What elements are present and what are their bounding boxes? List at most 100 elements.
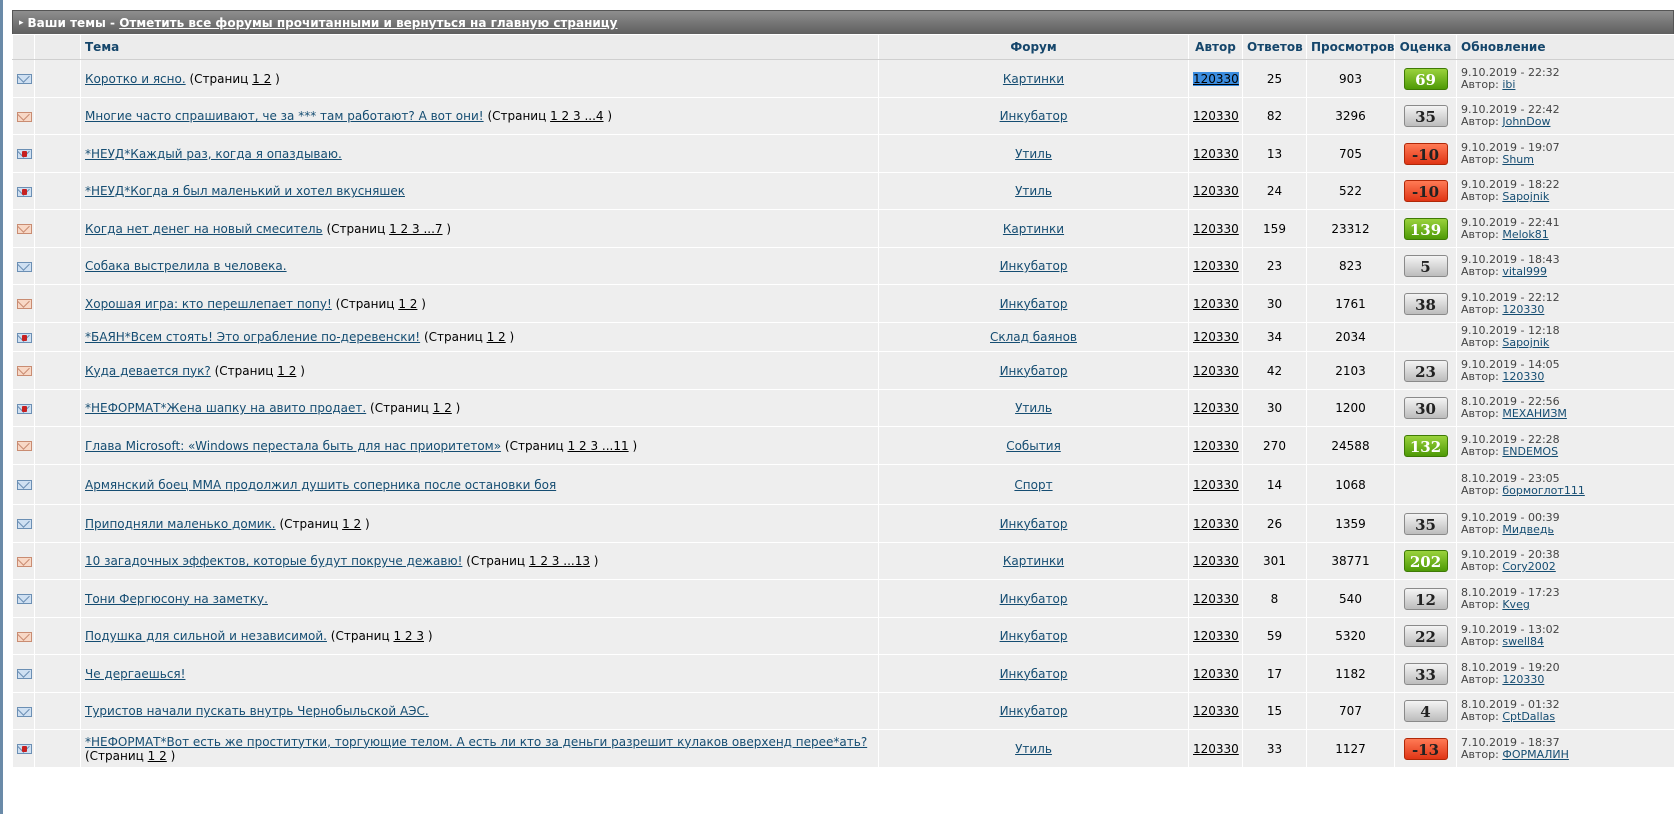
author-link[interactable]: 120330	[1193, 554, 1239, 568]
column-forum[interactable]: Форум	[878, 34, 1189, 60]
column-author[interactable]: Автор	[1188, 34, 1243, 60]
author-link[interactable]: 120330	[1193, 742, 1239, 756]
forum-link[interactable]: Картинки	[1003, 72, 1064, 86]
pages-link[interactable]: 1 2 3 ...7	[389, 222, 442, 236]
topic-title-link[interactable]: Многие часто спрашивают, че за *** там р…	[85, 109, 484, 123]
pages-link[interactable]: 1 2 3	[393, 629, 424, 643]
author-link[interactable]: 120330	[1193, 629, 1239, 643]
topic-title-link[interactable]: 10 загадочных эффектов, которые будут по…	[85, 554, 462, 568]
column-views[interactable]: Просмотров	[1306, 34, 1395, 60]
last-author-link[interactable]: Shum	[1502, 153, 1534, 166]
last-author-link[interactable]: Melok81	[1502, 228, 1548, 241]
topic-title-link[interactable]: Глава Microsoft: «Windows перестала быть…	[85, 439, 501, 453]
forum-link[interactable]: Инкубатор	[1000, 259, 1068, 273]
author-link[interactable]: 120330	[1193, 364, 1239, 378]
author-link[interactable]: 120330	[1193, 667, 1239, 681]
pages-link[interactable]: 1 2 3 ...13	[529, 554, 590, 568]
last-author-link[interactable]: бормоглот111	[1502, 484, 1584, 497]
forum-link[interactable]: Инкубатор	[1000, 109, 1068, 123]
pages-link[interactable]: 1 2	[433, 401, 452, 415]
pages-link[interactable]: 1 2	[342, 517, 361, 531]
topic-empty-cell	[34, 579, 81, 618]
last-author-link[interactable]: Sapojnik	[1502, 336, 1549, 349]
forum-link[interactable]: Утиль	[1015, 147, 1052, 161]
author-link[interactable]: 120330	[1193, 297, 1239, 311]
topic-title-link[interactable]: Когда нет денег на новый смеситель	[85, 222, 323, 236]
topic-title-link[interactable]: Подушка для сильной и независимой.	[85, 629, 327, 643]
author-link[interactable]: 120330	[1193, 401, 1239, 415]
last-author-link[interactable]: МЕХАНИЗМ	[1502, 407, 1567, 420]
forum-link[interactable]: Спорт	[1014, 478, 1052, 492]
pages-link[interactable]: 1 2	[148, 749, 167, 763]
last-author-link[interactable]: 120330	[1502, 673, 1544, 686]
topic-title-link[interactable]: Куда девается пук?	[85, 364, 211, 378]
topic-title-link[interactable]: *НЕФОРМАТ*Вот есть же проститутки, торгу…	[85, 735, 867, 749]
author-link[interactable]: 120330	[1193, 259, 1239, 273]
last-author-link[interactable]: CptDallas	[1502, 710, 1555, 723]
topic-title-link[interactable]: *НЕФОРМАТ*Жена шапку на авито продает.	[85, 401, 366, 415]
topic-title-link[interactable]: Хорошая игра: кто перешлепает попу!	[85, 297, 332, 311]
last-author-link[interactable]: ibi	[1502, 78, 1515, 91]
forum-link[interactable]: Инкубатор	[1000, 592, 1068, 606]
last-author-link[interactable]: Kveg	[1502, 598, 1529, 611]
forum-link[interactable]: Утиль	[1015, 742, 1052, 756]
last-author-link[interactable]: JohnDow	[1502, 115, 1550, 128]
author-link[interactable]: 120330	[1193, 71, 1239, 86]
pages-link[interactable]: 1 2	[277, 364, 296, 378]
author-link[interactable]: 120330	[1193, 704, 1239, 718]
forum-link[interactable]: Склад баянов	[990, 330, 1077, 344]
author-link[interactable]: 120330	[1193, 478, 1239, 492]
topic-title-link[interactable]: Туристов начали пускать внутрь Чернобыль…	[85, 704, 429, 718]
author-link[interactable]: 120330	[1193, 330, 1239, 344]
author-link[interactable]: 120330	[1193, 592, 1239, 606]
pages-link[interactable]: 1 2	[398, 297, 417, 311]
forum-link[interactable]: Инкубатор	[1000, 629, 1068, 643]
pages-link[interactable]: 1 2	[252, 72, 271, 86]
last-author-link[interactable]: swell84	[1502, 635, 1544, 648]
pages-link[interactable]: 1 2	[487, 330, 506, 344]
forum-link[interactable]: Картинки	[1003, 222, 1064, 236]
mark-all-read-link[interactable]: Отметить все форумы прочитанными и верну…	[119, 16, 617, 30]
topic-title-link[interactable]: Тони Фергюсону на заметку.	[85, 592, 268, 606]
last-author-link[interactable]: Cory2002	[1502, 560, 1555, 573]
column-updated[interactable]: Обновление	[1456, 34, 1674, 60]
topic-title-link[interactable]: Че дергаешься!	[85, 667, 185, 681]
pages-link[interactable]: 1 2 3 ...11	[568, 439, 629, 453]
author-link[interactable]: 120330	[1193, 109, 1239, 123]
last-author-link[interactable]: ENDEMOS	[1502, 445, 1558, 458]
forum-link[interactable]: Картинки	[1003, 554, 1064, 568]
topic-title-link[interactable]: *НЕУД*Когда я был маленький и хотел вкус…	[85, 184, 405, 198]
last-author-link[interactable]: 120330	[1502, 303, 1544, 316]
forum-link[interactable]: Инкубатор	[1000, 364, 1068, 378]
forum-link[interactable]: Инкубатор	[1000, 704, 1068, 718]
pages-link[interactable]: 1 2 3 ...4	[550, 109, 603, 123]
last-author-link[interactable]: Sapojnik	[1502, 190, 1549, 203]
author-link[interactable]: 120330	[1193, 147, 1239, 161]
forum-link[interactable]: События	[1006, 439, 1061, 453]
forum-link[interactable]: Инкубатор	[1000, 517, 1068, 531]
author-link[interactable]: 120330	[1193, 517, 1239, 531]
last-author-link[interactable]: ФОРМАЛИН	[1502, 748, 1569, 761]
topic-title-link[interactable]: *БАЯН*Всем стоять! Это ограбление по-дер…	[85, 330, 420, 344]
author-link[interactable]: 120330	[1193, 222, 1239, 236]
topic-title-link[interactable]: *НЕУД*Каждый раз, когда я опаздываю.	[85, 147, 342, 161]
topic-pages: (Страниц 1 2 )	[366, 401, 460, 415]
column-replies[interactable]: Ответов	[1242, 34, 1307, 60]
column-rating[interactable]: Оценка	[1394, 34, 1457, 60]
topic-title-link[interactable]: Собака выстрелила в человека.	[85, 259, 287, 273]
last-author-link[interactable]: Мидведь	[1502, 523, 1554, 536]
author-link[interactable]: 120330	[1193, 439, 1239, 453]
topic-title-link[interactable]: Приподняли маленько домик.	[85, 517, 276, 531]
last-author-link[interactable]: vital999	[1502, 265, 1547, 278]
topic-title-link[interactable]: Армянский боец ММА продолжил душить сопе…	[85, 478, 556, 492]
forum-link[interactable]: Утиль	[1015, 401, 1052, 415]
forum-link[interactable]: Утиль	[1015, 184, 1052, 198]
author-cell: 120330	[1188, 97, 1243, 135]
last-author-link[interactable]: 120330	[1502, 370, 1544, 383]
forum-link[interactable]: Инкубатор	[1000, 297, 1068, 311]
topic-title-link[interactable]: Коротко и ясно.	[85, 72, 186, 86]
author-link[interactable]: 120330	[1193, 184, 1239, 198]
forum-link[interactable]: Инкубатор	[1000, 667, 1068, 681]
column-topic[interactable]: Тема	[80, 34, 879, 60]
forum-cell: Инкубатор	[878, 351, 1189, 390]
